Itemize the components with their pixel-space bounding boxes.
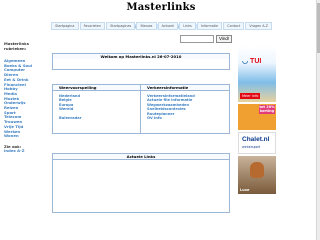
search-input[interactable] [180, 35, 214, 43]
weather-link-wereld[interactable]: Wereld [59, 107, 140, 111]
top-nav: Startpagina Favorieten Startpaginas Nieu… [51, 22, 273, 30]
search-button[interactable]: Vind! [216, 35, 233, 43]
nav-tab-favorieten[interactable]: Favorieten [79, 22, 106, 30]
ad-pottery[interactable]: Luxe [238, 156, 276, 194]
traffic-links: Verkeersinformatieland Actuele file info… [141, 91, 229, 120]
nav-tab-contact[interactable]: Contact [223, 22, 245, 30]
nav-tab-startpagina[interactable]: Startpagina [51, 22, 79, 30]
tui-logo: ◡ TUI [242, 58, 262, 65]
ad-tui[interactable]: ◡ TUI Meer info [238, 46, 276, 102]
chalet-logo: Chalet.nl [242, 136, 270, 143]
nav-tab-vragen[interactable]: Vragen A-Z [245, 22, 273, 30]
sidebar-link-wonen[interactable]: Wonen [4, 134, 40, 139]
tui-cta: Meer info [240, 93, 261, 99]
weather-links: Nederland Belgie Europa Wereld Buienrada… [53, 91, 140, 120]
actuele-links-box: Actuele Links [52, 153, 230, 213]
ad-chalet[interactable]: Chalet.nl wintersport [238, 132, 276, 154]
weather-link-buienradar[interactable]: Buienradar [59, 116, 140, 120]
nav-tab-informatie[interactable]: Informatie [196, 22, 223, 30]
ads-column: ◡ TUI Meer info tot 20% korting Chalet.n… [238, 46, 278, 196]
actuele-title: Actuele Links [53, 154, 229, 160]
sidebar: Masterlinks rubrieken: Algemeen Boeks & … [4, 41, 40, 154]
welcome-title: Welkom op Masterlinks.nl 26-07-2010 [53, 54, 229, 59]
sidebar-links: Algemeen Boeks & Soul Computer Dieren Ee… [4, 58, 40, 139]
pot-image [250, 162, 264, 178]
nav-tab-links[interactable]: Links [179, 22, 196, 30]
nav-tab-startpaginas[interactable]: Startpaginas [106, 22, 136, 30]
site-header: Masterlinks Maakt Internet wat Toegankel… [51, 2, 271, 29]
ad-discount[interactable]: tot 20% korting [238, 104, 276, 130]
weather-column: Weervoorspelling Nederland Belgie Europa… [53, 85, 141, 133]
nav-tab-nieuws[interactable]: Nieuws [136, 22, 157, 30]
chalet-sub: wintersport [242, 145, 261, 149]
page-root: Masterlinks Maakt Internet wat Toegankel… [0, 0, 320, 240]
discount-badge: tot 20% korting [259, 105, 275, 114]
traffic-column: Verkeersinformatie Verkeersinformatielan… [141, 85, 229, 133]
search-row: Vind! [180, 34, 235, 44]
traffic-link-5[interactable]: OV info [147, 116, 229, 120]
welcome-box: Welkom op Masterlinks.nl 26-07-2010 [52, 53, 230, 70]
sidebar-link-index[interactable]: Index A-Z [4, 148, 40, 154]
info-columns: Weervoorspelling Nederland Belgie Europa… [52, 84, 230, 134]
pottery-label: Luxe [240, 188, 250, 192]
sidebar-heading: Masterlinks rubrieken: [4, 41, 29, 51]
nav-tab-actueel[interactable]: Actueel [157, 22, 179, 30]
site-title: Masterlinks [126, 2, 196, 13]
vertical-scrollbar[interactable] [316, 0, 320, 240]
